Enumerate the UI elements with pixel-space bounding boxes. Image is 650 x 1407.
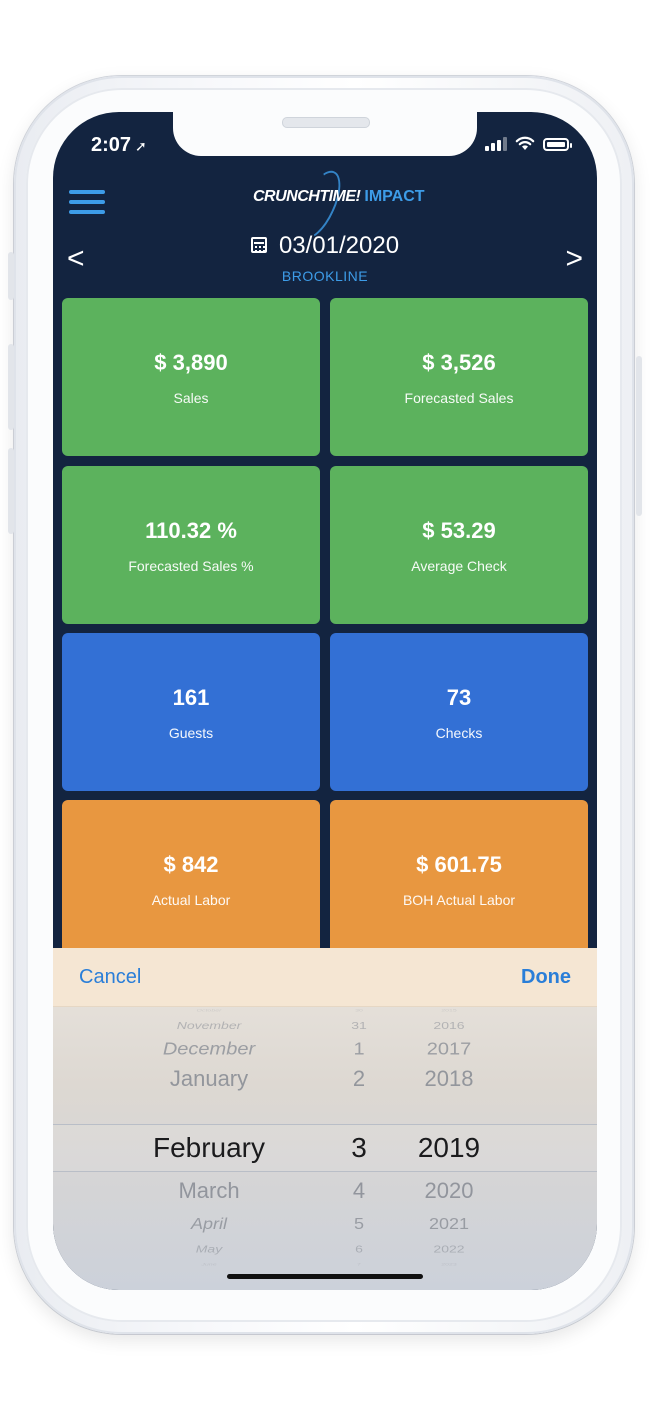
current-date: 03/01/2020 (278, 232, 400, 259)
app-screen: 2:07 ➚ CRUNCHTIME! IMPACT < > 03/01/2020 B… (53, 112, 597, 1290)
picker-month-option[interactable]: October (129, 1008, 289, 1014)
logo-brand-text: CRUNCHTIME! (253, 188, 361, 205)
status-icons (485, 136, 572, 151)
status-time: 2:07 ➚ (91, 134, 147, 157)
tile-value: 110.32 % (145, 518, 237, 543)
store-name: BROOKLINE (281, 268, 369, 284)
picker-year-option[interactable]: 2017 (369, 1037, 529, 1060)
cancel-button[interactable]: Cancel (79, 966, 141, 989)
date-picker-sheet: Cancel Done October November December Janua… (53, 948, 597, 1290)
picker-year-option[interactable]: 2023 (369, 1263, 529, 1268)
power-button (636, 356, 642, 516)
calendar-icon (250, 236, 267, 253)
picker-year-option[interactable]: 2016 (369, 1018, 529, 1032)
tile-sales[interactable]: $ 3,890 Sales (62, 298, 320, 456)
picker-month-option[interactable]: April (129, 1214, 289, 1234)
tile-guests[interactable]: 161 Guests (62, 633, 320, 791)
mute-switch (8, 252, 14, 300)
tile-checks[interactable]: 73 Checks (330, 633, 588, 791)
picker-year-option[interactable]: 2021 (369, 1214, 529, 1234)
tile-label: BOH Actual Labor (402, 892, 516, 908)
date-selector[interactable]: 03/01/2020 (53, 232, 597, 260)
speaker-grille (282, 117, 370, 128)
picker-month-option[interactable]: January (129, 1064, 289, 1094)
picker-year-option[interactable]: 2018 (369, 1064, 529, 1094)
tile-actual-labor[interactable]: $ 842 Actual Labor (62, 800, 320, 958)
picker-month-option[interactable]: June (129, 1263, 289, 1268)
tile-label: Forecasted Sales (404, 390, 514, 406)
tile-forecasted-sales[interactable]: $ 3,526 Forecasted Sales (330, 298, 588, 456)
picker-month-option[interactable]: December (129, 1037, 289, 1060)
menu-hamburger-icon[interactable] (69, 190, 105, 216)
tile-boh-actual-labor[interactable]: $ 601.75 BOH Actual Labor (330, 800, 588, 958)
picker-month-option[interactable]: February (129, 1130, 289, 1166)
tile-value: $ 601.75 (416, 852, 502, 877)
app-logo: CRUNCHTIME! IMPACT (253, 188, 425, 206)
tile-label: Checks (435, 725, 483, 741)
cellular-signal-icon (485, 137, 507, 151)
tile-value: 73 (446, 685, 472, 710)
tile-label: Sales (173, 390, 209, 406)
tile-value: 161 (172, 685, 210, 710)
picker-month-option[interactable]: November (129, 1018, 289, 1032)
tile-value: $ 3,526 (422, 350, 496, 375)
tile-forecasted-sales-pct[interactable]: 110.32 % Forecasted Sales % (62, 466, 320, 624)
tile-label: Forecasted Sales % (128, 558, 254, 574)
picker-year-option[interactable]: 2019 (369, 1130, 529, 1166)
tile-label: Guests (168, 725, 214, 741)
logo-product-text: IMPACT (364, 188, 425, 205)
tile-value: $ 3,890 (154, 350, 228, 375)
home-indicator[interactable] (227, 1274, 423, 1279)
done-button[interactable]: Done (521, 966, 571, 989)
volume-up-button (8, 344, 14, 430)
picker-month-option[interactable]: March (129, 1176, 289, 1206)
tile-label: Actual Labor (151, 892, 231, 908)
tile-average-check[interactable]: $ 53.29 Average Check (330, 466, 588, 624)
picker-month-option[interactable]: May (129, 1243, 289, 1256)
wifi-icon (515, 136, 535, 150)
picker-year-option[interactable]: 2020 (369, 1176, 529, 1206)
battery-icon (543, 138, 572, 151)
status-time-text: 2:07 (91, 134, 132, 156)
volume-down-button (8, 448, 14, 534)
picker-year-option[interactable]: 2022 (369, 1243, 529, 1256)
tile-value: $ 842 (163, 852, 219, 877)
tile-value: $ 53.29 (422, 518, 496, 543)
picker-year-option[interactable]: 2015 (369, 1008, 529, 1014)
location-arrow-icon: ➚ (135, 138, 147, 154)
tile-label: Average Check (411, 558, 507, 574)
picker-toolbar: Cancel Done (53, 948, 597, 1007)
